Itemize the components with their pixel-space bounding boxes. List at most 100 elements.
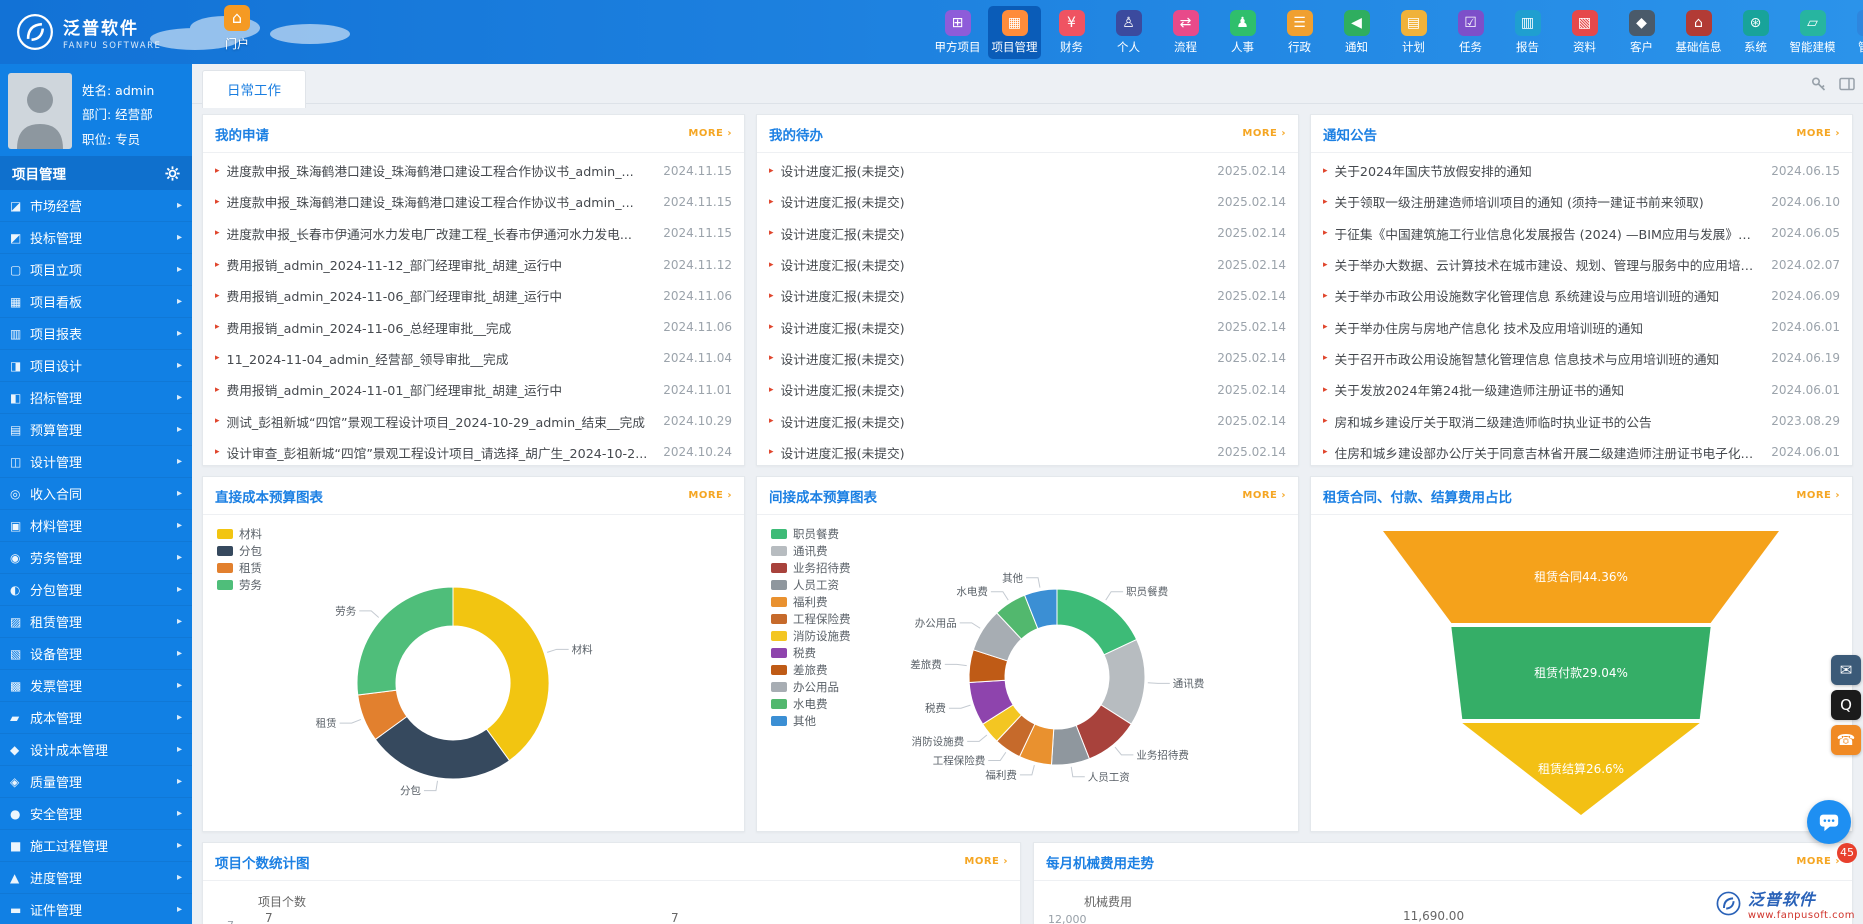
legend-item[interactable]: 其他	[771, 712, 851, 729]
list-item[interactable]: ▸关于发放2024年第24批一级建造师注册证书的通知2024.06.01	[1323, 374, 1840, 405]
sidebar-item-material[interactable]: ▣材料管理▸	[0, 510, 192, 542]
list-item[interactable]: ▸设计进度汇报(未提交)2025.02.14	[769, 249, 1286, 280]
sidebar-item-labor[interactable]: ◉劳务管理▸	[0, 542, 192, 574]
topnav-smart-modeling[interactable]: ▱智能建模	[1786, 6, 1839, 59]
more-link[interactable]: MORE ›	[1796, 856, 1840, 867]
list-item[interactable]: ▸进度款申报_长春市伊通河水力发电厂改建工程_长春市伊通河水力发电...2024…	[215, 218, 732, 249]
more-link[interactable]: MORE ›	[1796, 128, 1840, 139]
list-item[interactable]: ▸关于举办大数据、云计算技术在城市建设、规划、管理与服务中的应用培训班...20…	[1323, 249, 1840, 280]
legend-item[interactable]: 消防设施费	[771, 627, 851, 644]
sidebar-item-project-initiation[interactable]: ▢项目立项▸	[0, 254, 192, 286]
topnav-system-gear[interactable]: ⊛系统	[1729, 6, 1782, 59]
list-item[interactable]: ▸进度款申报_珠海鹤港口建设_珠海鹤港口建设工程合作协议书_admin_...2…	[215, 155, 732, 186]
sidebar-item-construction-process[interactable]: ■施工过程管理▸	[0, 830, 192, 862]
list-item[interactable]: ▸设计进度汇报(未提交)2025.02.14	[769, 374, 1286, 405]
topnav-hr[interactable]: ♟人事	[1216, 6, 1269, 59]
sidebar-item-lease[interactable]: ▨租赁管理▸	[0, 606, 192, 638]
list-item[interactable]: ▸设计进度汇报(未提交)2025.02.14	[769, 437, 1286, 468]
sidebar-item-subcontract[interactable]: ◐分包管理▸	[0, 574, 192, 606]
sidebar-item-project-report[interactable]: ▥项目报表▸	[0, 318, 192, 350]
sidebar-item-income-contract[interactable]: ◎收入合同▸	[0, 478, 192, 510]
list-item[interactable]: ▸设计进度汇报(未提交)2025.02.14	[769, 155, 1286, 186]
gear-icon[interactable]	[165, 166, 180, 181]
legend-item[interactable]: 材料	[217, 525, 262, 542]
chat-button[interactable]	[1807, 800, 1851, 844]
list-item[interactable]: ▸住房和城乡建设部办公厅关于同意吉林省开展二级建造师注册证书电子化试点...20…	[1323, 437, 1840, 468]
list-item[interactable]: ▸费用报销_admin_2024-11-06_部门经理审批_胡建_运行中2024…	[215, 280, 732, 311]
legend-item[interactable]: 通讯费	[771, 542, 851, 559]
topnav-customer[interactable]: ◆客户	[1615, 6, 1668, 59]
sidebar-item-progress[interactable]: ▲进度管理▸	[0, 862, 192, 894]
more-link[interactable]: MORE ›	[1796, 490, 1840, 501]
topnav-report[interactable]: ▥报告	[1501, 6, 1554, 59]
sidebar-item-bidding[interactable]: ◩投标管理▸	[0, 222, 192, 254]
more-link[interactable]: MORE ›	[688, 490, 732, 501]
legend-item[interactable]: 工程保险费	[771, 610, 851, 627]
list-item[interactable]: ▸关于举办市政公用设施数字化管理信息 系统建设与应用培训班的通知2024.06.…	[1323, 280, 1840, 311]
more-link[interactable]: MORE ›	[688, 128, 732, 139]
legend-item[interactable]: 水电费	[771, 695, 851, 712]
sidebar-item-market[interactable]: ◪市场经营▸	[0, 190, 192, 222]
sidebar-item-tender[interactable]: ◧招标管理▸	[0, 382, 192, 414]
list-item[interactable]: ▸关于领取一级注册建造师培训项目的通知 (须持一建证书前来领取)2024.06.…	[1323, 186, 1840, 217]
sidebar-item-safety[interactable]: ●安全管理▸	[0, 798, 192, 830]
list-item[interactable]: ▸11_2024-11-04_admin_经营部_领导审批__完成2024.11…	[215, 343, 732, 374]
message-icon[interactable]: ✉	[1831, 655, 1861, 685]
more-link[interactable]: MORE ›	[1242, 128, 1286, 139]
legend-item[interactable]: 劳务	[217, 576, 262, 593]
list-item[interactable]: ▸设计进度汇报(未提交)2025.02.14	[769, 218, 1286, 249]
more-link[interactable]: MORE ›	[964, 856, 1008, 867]
legend-item[interactable]: 业务招待费	[771, 559, 851, 576]
legend-item[interactable]: 福利费	[771, 593, 851, 610]
list-item[interactable]: ▸于征集《中国建筑施工行业信息化发展报告 (2024) —BIM应用与发展》材料…	[1323, 218, 1840, 249]
qq-icon[interactable]: Q	[1831, 690, 1861, 720]
legend-item[interactable]: 办公用品	[771, 678, 851, 695]
notification-badge[interactable]: 45	[1837, 843, 1857, 863]
sidebar-item-design[interactable]: ◫设计管理▸	[0, 446, 192, 478]
sidebar-item-budget[interactable]: ▤预算管理▸	[0, 414, 192, 446]
nav-portal[interactable]: ⌂ 门户	[204, 5, 270, 59]
phone-icon[interactable]: ☎	[1831, 725, 1861, 755]
sidebar-item-certificate[interactable]: ▬证件管理▸	[0, 894, 192, 924]
legend-item[interactable]: 职员餐费	[771, 525, 851, 542]
topnav-manage[interactable]: ≡管理	[1843, 6, 1863, 59]
topnav-notice-speaker[interactable]: ◀通知	[1330, 6, 1383, 59]
legend-item[interactable]: 分包	[217, 542, 262, 559]
list-item[interactable]: ▸设计进度汇报(未提交)2025.02.14	[769, 280, 1286, 311]
sidebar-item-project-board[interactable]: ▦项目看板▸	[0, 286, 192, 318]
topnav-project-management[interactable]: ▦项目管理	[988, 6, 1041, 59]
list-item[interactable]: ▸设计进度汇报(未提交)2025.02.14	[769, 343, 1286, 374]
more-link[interactable]: MORE ›	[1242, 490, 1286, 501]
list-item[interactable]: ▸关于召开市政公用设施智慧化管理信息 信息技术与应用培训班的通知2024.06.…	[1323, 343, 1840, 374]
sidebar-item-project-design[interactable]: ◨项目设计▸	[0, 350, 192, 382]
list-item[interactable]: ▸费用报销_admin_2024-11-06_总经理审批__完成2024.11.…	[215, 311, 732, 342]
topnav-workflow[interactable]: ⇄流程	[1159, 6, 1212, 59]
sidebar-item-cost[interactable]: ▰成本管理▸	[0, 702, 192, 734]
legend-item[interactable]: 税费	[771, 644, 851, 661]
list-item[interactable]: ▸房和城乡建设厅关于取消二级建造师临时执业证书的公告2023.08.29	[1323, 405, 1840, 436]
list-item[interactable]: ▸设计进度汇报(未提交)2025.02.14	[769, 311, 1286, 342]
sidebar-item-design-cost[interactable]: ◆设计成本管理▸	[0, 734, 192, 766]
topnav-administration[interactable]: ☰行政	[1273, 6, 1326, 59]
list-item[interactable]: ▸费用报销_admin_2024-11-01_部门经理审批_胡建_运行中2024…	[215, 374, 732, 405]
sidebar-item-invoice[interactable]: ▩发票管理▸	[0, 670, 192, 702]
topnav-client-project[interactable]: ⊞甲方项目	[931, 6, 984, 59]
list-item[interactable]: ▸关于举办住房与房地产信息化 技术及应用培训班的通知2024.06.01	[1323, 311, 1840, 342]
topnav-task[interactable]: ☑任务	[1444, 6, 1497, 59]
list-item[interactable]: ▸进度款申报_珠海鹤港口建设_珠海鹤港口建设工程合作协议书_admin_...2…	[215, 186, 732, 217]
list-item[interactable]: ▸测试_彭祖新城“四馆”景观工程设计项目_2024-10-29_admin_结束…	[215, 405, 732, 436]
topnav-personal[interactable]: ♙个人	[1102, 6, 1155, 59]
list-item[interactable]: ▸设计审查_彭祖新城“四馆”景观工程设计项目_请选择_胡广生_2024-10-2…	[215, 437, 732, 468]
list-item[interactable]: ▸费用报销_admin_2024-11-12_部门经理审批_胡建_运行中2024…	[215, 249, 732, 280]
key-icon[interactable]	[1811, 76, 1827, 92]
legend-item[interactable]: 差旅费	[771, 661, 851, 678]
topnav-finance[interactable]: ¥财务	[1045, 6, 1098, 59]
legend-item[interactable]: 人员工资	[771, 576, 851, 593]
list-item[interactable]: ▸设计进度汇报(未提交)2025.02.14	[769, 405, 1286, 436]
legend-item[interactable]: 租赁	[217, 559, 262, 576]
sidebar-item-quality[interactable]: ◈质量管理▸	[0, 766, 192, 798]
list-item[interactable]: ▸设计进度汇报(未提交)2025.02.14	[769, 186, 1286, 217]
panel-toggle-icon[interactable]	[1839, 76, 1855, 92]
topnav-document[interactable]: ▧资料	[1558, 6, 1611, 59]
topnav-base-info[interactable]: ⌂基础信息	[1672, 6, 1725, 59]
